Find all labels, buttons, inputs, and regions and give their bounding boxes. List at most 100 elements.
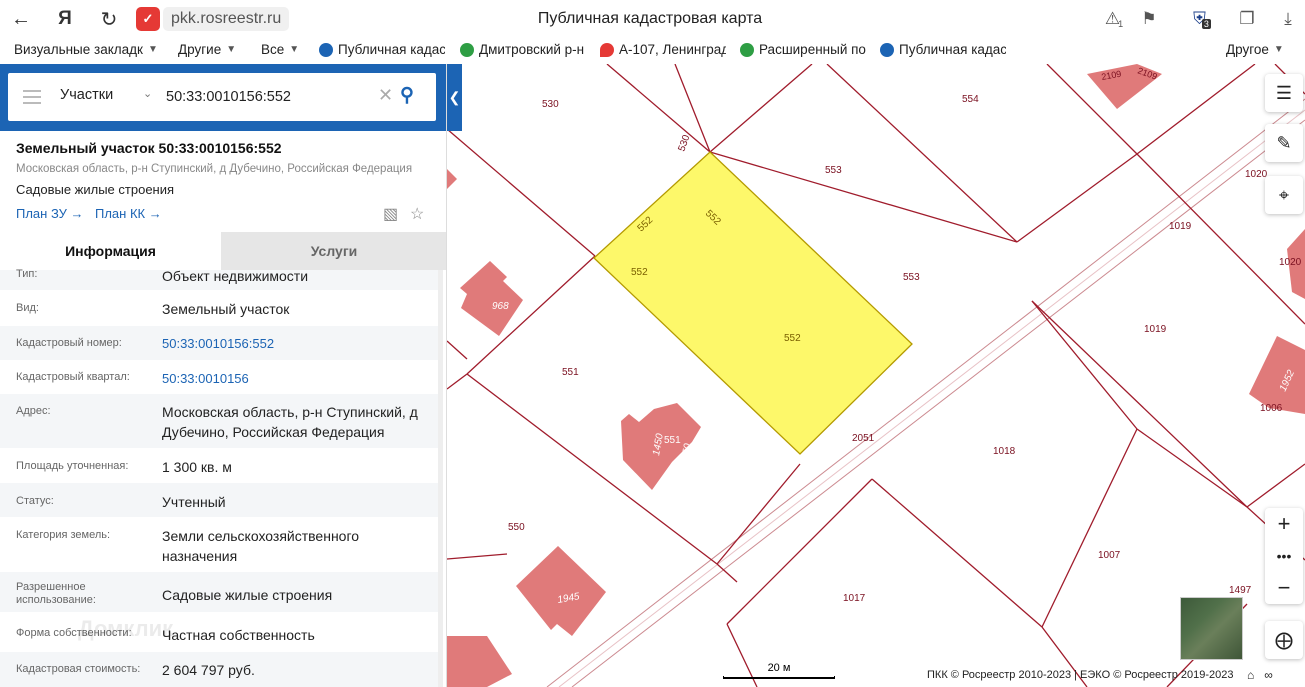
bookmark-all[interactable]: Все ▼ <box>261 42 311 57</box>
map-scale: 20 м <box>723 662 835 680</box>
label-1020: 1020 <box>1279 257 1302 268</box>
map-footer-icons: ⌂ ∞ <box>1247 668 1273 682</box>
bookmark-icon[interactable]: ⚑ <box>1137 7 1161 31</box>
check-icon <box>740 42 754 57</box>
label-530: 530 <box>542 99 559 110</box>
address-bar[interactable]: pkk.rosreestr.ru <box>163 7 290 31</box>
chevron-down-icon[interactable]: ⌄ <box>143 87 152 100</box>
parcel-address: Московская область, р-н Ступинский, д Ду… <box>16 163 413 175</box>
parcel-use: Садовые жилые строения <box>16 182 175 197</box>
cadastral-map[interactable]: 530 530 554 2109 2109 553 553 552 552 55… <box>447 64 1305 687</box>
compass-icon[interactable]: ⨁ <box>1265 621 1303 659</box>
label-1006: 1006 <box>1260 403 1283 414</box>
info-row-category: Категория земель: Земли сельскохозяйстве… <box>0 517 440 572</box>
tab-info[interactable]: Информация <box>0 232 221 270</box>
clear-icon[interactable]: ✕ <box>378 85 393 106</box>
bookmark-extended[interactable]: Расширенный пои <box>740 42 866 57</box>
bookmark-label: А-107, Ленинград <box>619 42 726 57</box>
label-1019: 1019 <box>1144 324 1167 335</box>
info-value: Земельный участок <box>162 301 290 317</box>
tab-services[interactable]: Услуги <box>221 232 446 270</box>
yandex-icon[interactable]: Я <box>52 6 78 32</box>
pin-icon <box>600 42 614 57</box>
menu-icon[interactable] <box>23 90 41 104</box>
bookmark-label: Все <box>261 42 285 57</box>
more-icon[interactable]: ••• <box>1265 540 1303 572</box>
info-value: Учтенный <box>162 494 226 510</box>
info-row-cadnum: Кадастровый номер: 50:33:0010156:552 <box>0 326 440 360</box>
link-icon[interactable]: ∞ <box>1264 668 1273 682</box>
chevron-down-icon: ▼ <box>289 44 300 55</box>
label-552: 552 <box>631 267 648 278</box>
notifications-icon[interactable]: ⚠ 1 <box>1102 7 1126 31</box>
bookmark-visual[interactable]: Визуальные закладк ▼ <box>14 42 164 57</box>
info-row-quarter: Кадастровый квартал: 50:33:0010156 <box>0 360 440 394</box>
bookmarks-bar: Визуальные закладк ▼ Другие ▼ Все ▼ Публичн… <box>0 38 1305 64</box>
bookmark-pkk-1[interactable]: Публичная кадаст <box>319 42 445 57</box>
building-edge-1 <box>447 169 457 189</box>
download-icon[interactable]: ⤓ <box>1276 7 1300 31</box>
label-530: 530 <box>676 133 692 153</box>
basemap-switcher[interactable] <box>1180 597 1243 660</box>
label-1019: 1019 <box>1169 221 1192 232</box>
plan-kk-link[interactable]: План КК → <box>95 206 162 221</box>
bookmark-label: Расширенный пои <box>759 42 866 57</box>
info-row-area: Площадь уточненная: 1 300 кв. м <box>0 448 440 483</box>
bookmark-dmitrov[interactable]: Дмитровский р-н <box>460 42 586 57</box>
info-row-ownership: Форма собственности: Частная собственнос… <box>0 612 440 652</box>
search-input[interactable] <box>166 85 376 109</box>
ruler-icon[interactable]: ✎ <box>1265 124 1303 162</box>
scale-label: 20 м <box>767 662 791 674</box>
zoom-in-button[interactable]: + <box>1265 508 1303 540</box>
panel-tabs: Информация Услуги <box>0 232 446 270</box>
collapse-panel-icon[interactable]: ❮ <box>447 64 462 131</box>
locate-icon[interactable]: ⌖ <box>1265 176 1303 214</box>
label-1007: 1007 <box>1098 550 1121 561</box>
building-edge-2 <box>447 636 512 687</box>
collections-icon[interactable]: ❐ <box>1235 7 1259 31</box>
cadastral-quarter-link[interactable]: 50:33:0010156 <box>162 369 437 389</box>
shield-icon[interactable]: ⛨ 3 <box>1190 7 1214 31</box>
map-canvas[interactable]: 530 530 554 2109 2109 553 553 552 552 55… <box>447 64 1305 687</box>
bookmark-label: Публичная кадаст <box>338 42 445 57</box>
search-box: Участки ⌄ ✕ ⚲ <box>8 73 436 121</box>
print-preview-icon[interactable]: ▧ <box>383 204 398 224</box>
label-552: 552 <box>784 333 801 344</box>
label-1017: 1017 <box>843 593 866 604</box>
page-title: Публичная кадастровая карта <box>537 10 763 27</box>
label-551: 551 <box>562 367 579 378</box>
notification-count: 1 <box>1118 19 1124 29</box>
plan-zu-link[interactable]: План ЗУ → <box>16 206 84 221</box>
chevron-down-icon: ▼ <box>1273 44 1284 55</box>
panel-scrollbar[interactable] <box>438 270 443 687</box>
cadastral-number-link[interactable]: 50:33:0010156:552 <box>162 334 437 354</box>
search-icon[interactable]: ⚲ <box>400 84 414 107</box>
map-copyright: ПКК © Росреестр 2010-2023 | ЕЭКО © Росре… <box>927 669 1234 681</box>
info-key: Тип: <box>16 268 38 280</box>
info-key: Разрешенное использование: <box>16 581 96 606</box>
bookmark-other[interactable]: Другие ▼ <box>178 42 248 57</box>
reload-icon[interactable]: ↻ <box>96 6 122 32</box>
browser-toolbar: ← Я ↻ ✓ pkk.rosreestr.ru Публичная кадас… <box>0 0 1305 38</box>
info-key: Кадастровый квартал: <box>16 371 130 383</box>
bookmark-pkk-2[interactable]: Публичная кадаст <box>880 42 1006 57</box>
zoom-out-button[interactable]: − <box>1265 572 1303 604</box>
label-554: 554 <box>962 94 979 105</box>
bookmark-label: Другие <box>178 42 222 57</box>
back-icon[interactable]: ← <box>8 6 34 32</box>
info-row-type: Тип: Объект недвижимости <box>0 268 440 290</box>
info-value: Садовые жилые строения <box>162 587 333 603</box>
chevron-down-icon: ▼ <box>226 44 237 55</box>
bookmark-a107[interactable]: А-107, Ленинград <box>600 42 726 57</box>
home-icon[interactable]: ⌂ <box>1247 668 1254 682</box>
bookmark-other-menu[interactable]: Другое ▼ <box>1226 42 1296 57</box>
info-key: Кадастровый номер: <box>16 337 122 349</box>
label-553: 553 <box>825 165 842 176</box>
info-key: Кадастровая стоимость: <box>16 663 141 675</box>
layers-icon[interactable]: ☰ <box>1265 74 1303 112</box>
star-icon[interactable]: ☆ <box>410 204 424 224</box>
site-security-icon[interactable]: ✓ <box>136 7 160 31</box>
info-value: Частная собственность <box>162 627 315 643</box>
building-968 <box>460 261 523 336</box>
search-type-select[interactable]: Участки <box>60 87 113 103</box>
